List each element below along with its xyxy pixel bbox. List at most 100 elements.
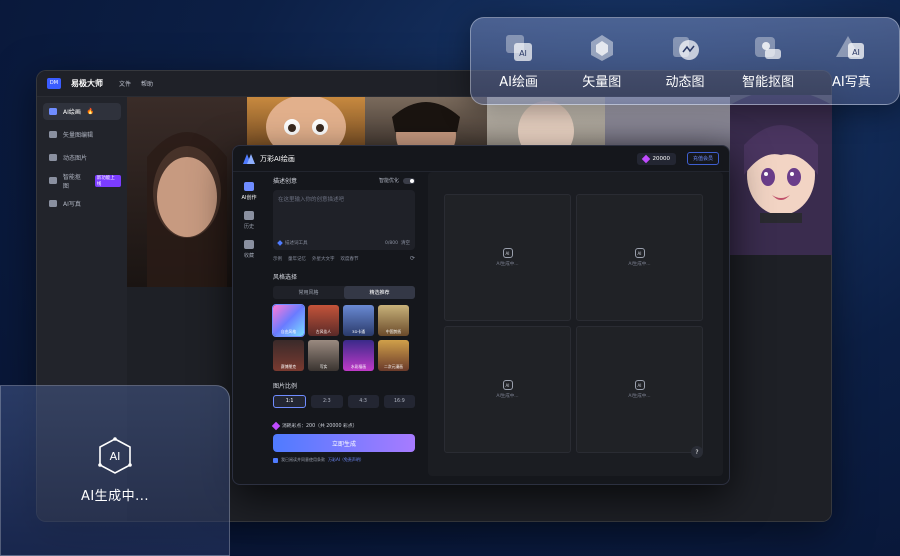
generating-text: AI生成中...: [628, 262, 651, 267]
tab-common-styles[interactable]: 常用风格: [273, 286, 344, 299]
tab-ai-create[interactable]: AI创作: [233, 182, 265, 201]
sidebar-item-label: AI写真: [63, 201, 81, 208]
style-grid: 自由风格 古风佳人 3D卡通 中国剪纸 赛博朋克 写实 水彩插画 二次元漫画: [272, 304, 415, 371]
terms-link[interactable]: 万彩AI（免责声明）: [328, 457, 364, 463]
cost-text: 消耗彩点：200（共 20000 彩点）: [282, 424, 358, 429]
style-name: 二次元漫画: [384, 364, 403, 369]
gem-icon: [642, 154, 651, 163]
feature-smart-cutout[interactable]: 智能抠图: [729, 33, 807, 90]
hex-icon-label: AI: [110, 450, 121, 463]
app-name: 易极大师: [71, 79, 103, 88]
generating-text: AI生成中...: [628, 394, 651, 399]
feature-ai-portrait[interactable]: AI AI写真: [812, 33, 890, 90]
feature-ai-painting[interactable]: AI AI绘画: [480, 33, 558, 90]
feature-vector[interactable]: 矢量图: [563, 33, 641, 90]
motion-icon: [49, 154, 57, 161]
style-card[interactable]: 赛博朋克: [273, 340, 304, 371]
generating-text: AI生成中...: [496, 394, 519, 399]
style-name: 水彩插画: [350, 364, 367, 369]
cutout-icon: [49, 177, 57, 184]
dialog-header: 万彩AI绘画 20000 充值会员: [233, 146, 729, 172]
style-card[interactable]: 二次元漫画: [378, 340, 409, 371]
ai-painting-dialog: 万彩AI绘画 20000 充值会员 AI创作 历史 收藏 描述创意 智能优化 在…: [232, 145, 730, 485]
tag-item[interactable]: 童年记忆: [288, 256, 306, 262]
ai-paint-icon: AI: [505, 34, 532, 61]
ai-icon: AI: [502, 248, 513, 258]
style-name: 赛博朋克: [280, 364, 297, 369]
dialog-side-nav: AI创作 历史 收藏: [233, 172, 265, 484]
menu-file[interactable]: 文件: [119, 79, 131, 88]
result-cell[interactable]: AI AI生成中...: [444, 326, 571, 453]
prompt-label: 描述创意: [273, 178, 298, 185]
app-logo-icon: DM: [47, 78, 61, 89]
prompt-header: 描述创意 智能优化: [273, 176, 415, 185]
result-cell[interactable]: AI AI生成中...: [444, 194, 571, 321]
result-cell[interactable]: AI AI生成中...: [576, 194, 703, 321]
svg-text:AI: AI: [852, 48, 860, 57]
tag-item[interactable]: 示例: [273, 256, 282, 262]
prompt-input[interactable]: 在这里输入你的创意描述吧 描述词工具 0/800 清空: [273, 190, 415, 250]
prompt-placeholder: 在这里输入你的创意描述吧: [278, 197, 345, 203]
ai-generating-card: AI AI生成中...: [0, 385, 230, 556]
style-name: 自由风格: [280, 329, 297, 334]
tab-recommended-styles[interactable]: 精选推荐: [344, 286, 415, 299]
ratio-option[interactable]: 16:9: [383, 395, 415, 408]
tab-favorites[interactable]: 收藏: [233, 240, 265, 259]
result-cell[interactable]: AI AI生成中...: [576, 326, 703, 453]
prompt-tool-button[interactable]: 描述词工具: [285, 240, 308, 246]
anime-portrait-art: [730, 90, 832, 255]
ai-hex-icon: AI: [98, 437, 132, 474]
sidebar-item-label: 智能抠图: [62, 173, 81, 190]
style-card[interactable]: 自由风格: [272, 304, 305, 337]
agree-checkbox[interactable]: [273, 457, 278, 463]
optimize-toggle[interactable]: [403, 177, 415, 184]
feature-panel: AI AI绘画 矢量图 动态图 智能抠图 AI AI写真: [470, 17, 900, 105]
feature-motion[interactable]: 动态图: [646, 33, 724, 90]
mountain-icon: [244, 182, 254, 191]
prompt-tool-icon: [277, 240, 283, 246]
feature-label: 智能抠图: [742, 74, 795, 90]
generating-text: AI生成中...: [496, 262, 519, 267]
dialog-title: 万彩AI绘画: [260, 154, 295, 163]
help-button[interactable]: ?: [691, 446, 703, 458]
style-name: 写实: [319, 364, 328, 369]
recharge-button[interactable]: 充值会员: [686, 152, 719, 165]
generate-button[interactable]: 立即生成: [273, 434, 415, 452]
sidebar-item-ai-painting[interactable]: AI绘画 🔥: [43, 103, 121, 120]
sidebar-item-vector[interactable]: 矢量图编辑: [43, 126, 121, 143]
refresh-icon[interactable]: ⟳: [410, 255, 415, 262]
style-card[interactable]: 3D卡通: [343, 305, 374, 336]
tag-item[interactable]: 外星大文字: [312, 256, 335, 262]
style-card[interactable]: 古风佳人: [308, 305, 339, 336]
style-card[interactable]: 中国剪纸: [378, 305, 409, 336]
ratio-option[interactable]: 4:3: [347, 395, 379, 408]
sidebar-item-cutout[interactable]: 智能抠图 新功能上线: [43, 172, 121, 190]
menu-help[interactable]: 帮助: [141, 79, 153, 88]
style-label: 风格选择: [273, 274, 298, 281]
results-area: AI AI生成中... AI AI生成中... AI AI生成中... AI A…: [428, 172, 723, 476]
picture-ai-icon: [49, 108, 57, 115]
optimize-label: 智能优化: [378, 178, 399, 184]
side-tab-label: 收藏: [243, 253, 254, 259]
portrait-icon: [49, 200, 57, 207]
ai-portrait-icon: AI: [836, 35, 865, 59]
vector-icon: [49, 131, 57, 138]
sidebar-item-motion[interactable]: 动态图片: [43, 149, 121, 166]
ai-icon: AI: [634, 380, 645, 390]
agree-text: 我已阅读并同意使用条款: [281, 457, 325, 462]
feature-label: 动态图: [665, 74, 705, 90]
ratio-option[interactable]: 2:3: [311, 395, 343, 408]
clear-button[interactable]: 清空: [401, 240, 410, 246]
ai-icon: AI: [502, 380, 513, 390]
vector-icon: [590, 34, 613, 61]
style-card[interactable]: 水彩插画: [343, 340, 374, 371]
sidebar-item-portrait[interactable]: AI写真: [43, 195, 121, 212]
history-icon: [244, 211, 254, 220]
tag-item[interactable]: 欢度春节: [341, 256, 359, 262]
tab-history[interactable]: 历史: [233, 211, 265, 230]
ratio-option[interactable]: 1:1: [273, 395, 307, 408]
style-tabs: 常用风格 精选推荐: [273, 286, 415, 299]
agreement: 我已阅读并同意使用条款 万彩AI（免责声明）: [273, 457, 415, 463]
style-card[interactable]: 写实: [308, 340, 339, 371]
ratio-label: 图片比例: [273, 383, 298, 390]
